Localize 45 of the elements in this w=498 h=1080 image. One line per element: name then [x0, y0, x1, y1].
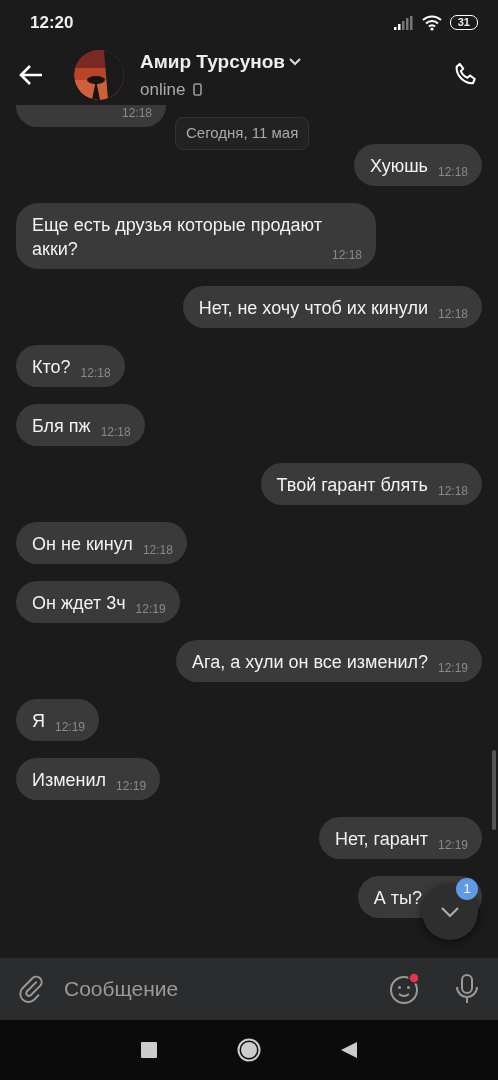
signal-icon [393, 15, 414, 30]
message-time: 12:19 [437, 837, 468, 854]
chevron-down-icon[interactable] [289, 58, 302, 67]
message-time: 12:18 [100, 424, 131, 441]
back-arrow-icon[interactable] [18, 64, 44, 86]
microphone-icon[interactable] [454, 973, 480, 1005]
paperclip-icon[interactable] [18, 974, 46, 1004]
battery-indicator: 31 [449, 15, 478, 30]
emoji-icon[interactable] [388, 972, 422, 1006]
message-text: Бля пж [32, 415, 91, 438]
back-icon[interactable] [341, 1042, 357, 1058]
message-time: 12:19 [437, 660, 468, 677]
composer-bar[interactable]: Сообщение [0, 958, 498, 1020]
phone-device-icon [193, 82, 203, 96]
message-text: А ты? [373, 887, 422, 910]
message-time: 12:18 [122, 105, 153, 122]
message-text: Ага, а хули он все изменил? [192, 651, 428, 674]
message-text: Изменил [32, 769, 107, 792]
message-time: 12:18 [142, 542, 173, 559]
message-text: Еще есть друзья которые продают акки? [32, 214, 322, 261]
online-status: online [140, 78, 186, 101]
wifi-icon [421, 14, 442, 31]
message-text: Кто? [32, 356, 71, 379]
status-time: 12:20 [30, 11, 74, 34]
message-text: Твой гарант блять [276, 474, 428, 497]
message-time: 12:18 [80, 365, 111, 382]
message-time: 12:19 [135, 601, 166, 618]
message-time: 12:18 [437, 306, 468, 323]
message-time: 12:19 [55, 719, 86, 736]
message-time: 12:18 [437, 483, 468, 500]
contact-name[interactable]: Амир Турсунов [140, 48, 286, 77]
message-time: 12:18 [332, 247, 363, 264]
message-time: 12:19 [116, 778, 147, 795]
unread-badge: 1 [456, 878, 478, 900]
message-text: Хуюшь [370, 155, 428, 178]
message-input[interactable]: Сообщение [62, 972, 372, 1006]
message-text: Нет, не хочу чтоб их кинули [198, 297, 428, 320]
message-text: Он ждет 3ч [32, 592, 126, 615]
message-text: Нет, гарант [334, 828, 428, 851]
message-time: 12:18 [437, 164, 468, 181]
date-label: Сегодня, 11 мая [175, 117, 310, 150]
home-icon[interactable] [237, 1038, 261, 1062]
message-text: Я [32, 710, 45, 733]
message-text: Он не кинул [32, 533, 133, 556]
chevron-down-icon [440, 906, 460, 918]
